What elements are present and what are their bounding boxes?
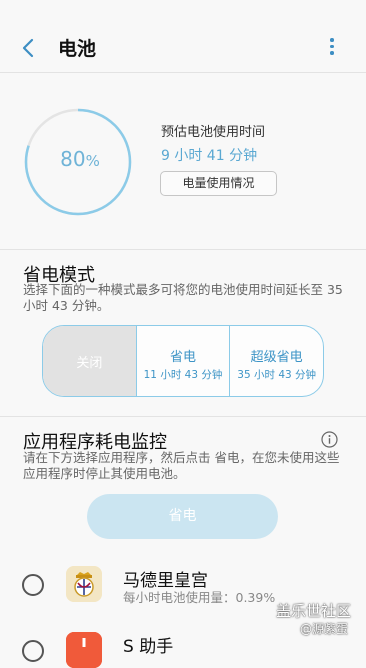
app-usage: 每小时电池使用量：0.39%: [123, 590, 276, 605]
watermark-handle: @源紫蛋: [300, 622, 349, 636]
battery-percentage: 80%: [23, 147, 137, 171]
mode-ultra-power-saving-time: 35 小时 43 分钟: [237, 369, 317, 381]
header-divider: [0, 72, 366, 73]
app-name: S 助手: [123, 637, 174, 657]
info-icon[interactable]: [321, 431, 338, 448]
power-mode-selector: 关闭 省电 11 小时 43 分钟 超级省电 35 小时 43 分钟: [42, 325, 324, 397]
mode-off-label: 关闭: [76, 356, 103, 371]
mode-power-saving-time: 11 小时 43 分钟: [143, 369, 223, 381]
page-title: 电池: [58, 38, 97, 60]
estimate-value: 9 小时 41 分钟: [161, 148, 258, 164]
save-power-button[interactable]: 省电: [87, 494, 278, 539]
power-saving-description: 选择下面的一种模式最多可将您的电池使用时间延长至 35 小时 43 分钟。: [23, 282, 343, 313]
battery-percent-value: 80: [60, 147, 86, 171]
back-arrow-icon[interactable]: [18, 36, 38, 60]
app-header: 电池: [0, 0, 366, 72]
section-divider: [0, 416, 366, 417]
battery-usage-button[interactable]: 电量使用情况: [160, 171, 277, 196]
mode-power-saving-label: 省电: [170, 350, 197, 365]
mode-power-saving-option[interactable]: 省电 11 小时 43 分钟: [135, 326, 230, 396]
app-select-radio[interactable]: [22, 640, 44, 662]
mode-ultra-power-saving-option[interactable]: 超级省电 35 小时 43 分钟: [229, 326, 323, 396]
watermark-text: 盖乐世社区: [276, 602, 352, 620]
app-select-radio[interactable]: [22, 574, 44, 596]
estimate-label: 预估电池使用时间: [161, 125, 266, 140]
real-madrid-crest-icon: [66, 566, 102, 602]
app-monitor-description: 请在下方选择应用程序，然后点击 省电，在您未使用这些应用程序时停止其使用电池。: [23, 450, 340, 481]
mode-off-option[interactable]: 关闭: [43, 326, 136, 396]
section-divider: [0, 249, 366, 250]
s-assistant-icon: [66, 632, 102, 668]
mode-ultra-power-saving-label: 超级省电: [250, 350, 303, 365]
more-options-icon[interactable]: [324, 38, 340, 60]
battery-percent-unit: %: [85, 152, 100, 170]
